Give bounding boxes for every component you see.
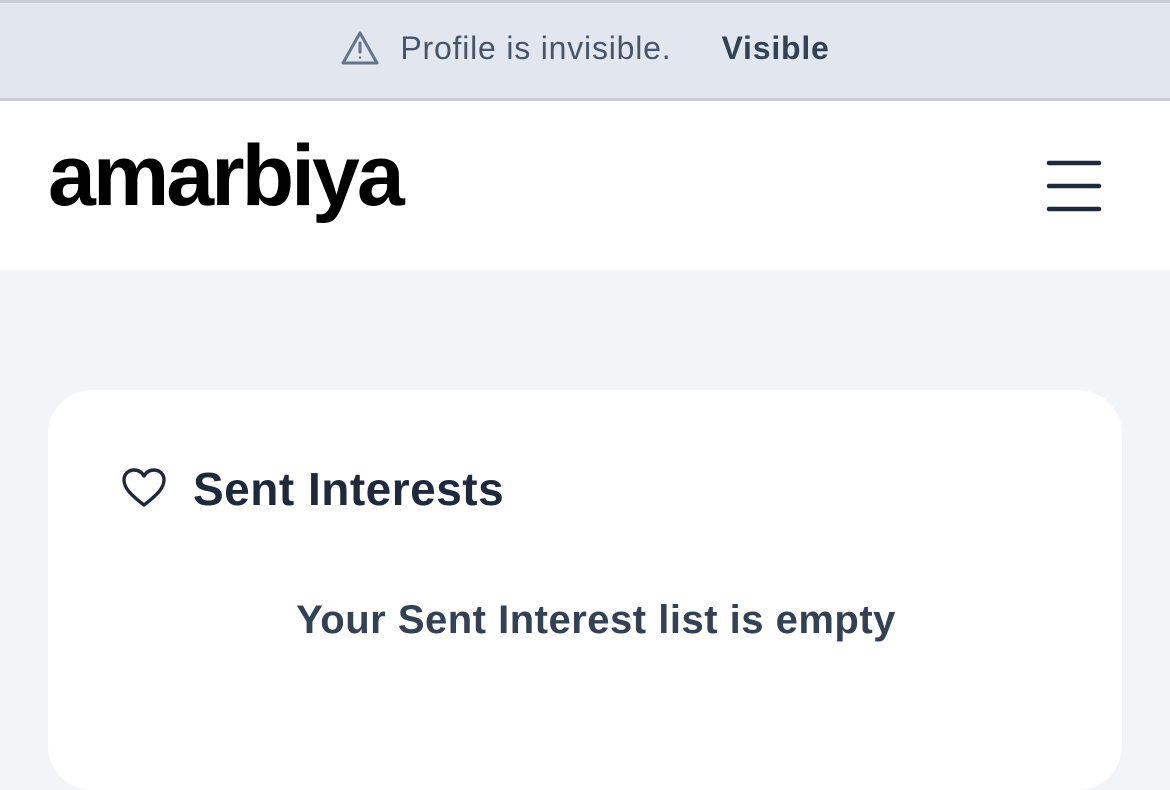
sent-interests-card: Sent Interests Your Sent Interest list i… <box>48 390 1122 790</box>
warning-triangle-icon <box>340 29 380 69</box>
top-header: amarbiya <box>0 101 1170 270</box>
site-logo[interactable]: amarbiya <box>48 133 405 219</box>
banner-message: Profile is invisible. <box>400 30 672 66</box>
hamburger-menu-icon <box>1040 155 1108 215</box>
visibility-banner: Profile is invisible. Visible <box>0 0 1170 101</box>
hamburger-menu-button[interactable] <box>1040 155 1108 215</box>
make-visible-button[interactable]: Visible <box>721 30 829 67</box>
card-header: Sent Interests <box>121 462 504 516</box>
banner-content: Profile is invisible. Visible <box>340 29 829 69</box>
heart-icon <box>121 466 167 512</box>
empty-state-message: Your Sent Interest list is empty <box>296 598 896 642</box>
card-title: Sent Interests <box>193 463 505 515</box>
